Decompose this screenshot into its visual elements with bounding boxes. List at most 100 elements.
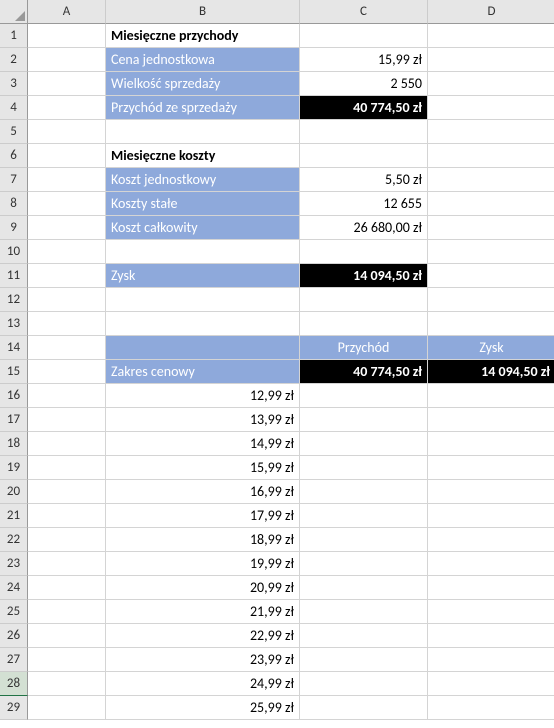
row-header[interactable]: 8 — [0, 192, 28, 216]
cell-C23[interactable] — [300, 552, 428, 576]
cell-B22[interactable]: 18,99 zł — [106, 528, 300, 552]
cell-A25[interactable] — [28, 600, 106, 624]
cell-B12[interactable] — [106, 288, 300, 312]
cell-B2[interactable]: Cena jednostkowa — [106, 48, 300, 72]
row-header[interactable]: 28 — [0, 672, 28, 696]
cell-D21[interactable] — [428, 504, 554, 528]
cell-C27[interactable] — [300, 648, 428, 672]
row-header[interactable]: 9 — [0, 216, 28, 240]
cell-A24[interactable] — [28, 576, 106, 600]
cell-D29[interactable] — [428, 696, 554, 720]
cell-D10[interactable] — [428, 240, 554, 264]
cell-A11[interactable] — [28, 264, 106, 288]
cell-A18[interactable] — [28, 432, 106, 456]
cell-C10[interactable] — [300, 240, 428, 264]
cell-B7[interactable]: Koszt jednostkowy — [106, 168, 300, 192]
cell-A27[interactable] — [28, 648, 106, 672]
cell-C25[interactable] — [300, 600, 428, 624]
cell-D7[interactable] — [428, 168, 554, 192]
spreadsheet-grid[interactable]: A B C D 1 Miesięczne przychody 2 Cena je… — [0, 0, 554, 720]
cell-B25[interactable]: 21,99 zł — [106, 600, 300, 624]
row-header[interactable]: 19 — [0, 456, 28, 480]
cell-A12[interactable] — [28, 288, 106, 312]
cell-C11[interactable]: 14 094,50 zł — [300, 264, 428, 288]
cell-D17[interactable] — [428, 408, 554, 432]
row-header[interactable]: 27 — [0, 648, 28, 672]
cell-B6[interactable]: Miesięczne koszty — [106, 144, 300, 168]
cell-C6[interactable] — [300, 144, 428, 168]
row-header[interactable]: 6 — [0, 144, 28, 168]
cell-C26[interactable] — [300, 624, 428, 648]
cell-A6[interactable] — [28, 144, 106, 168]
cell-D8[interactable] — [428, 192, 554, 216]
cell-A28[interactable] — [28, 672, 106, 696]
cell-D15[interactable]: 14 094,50 zł — [428, 360, 554, 384]
col-header-C[interactable]: C — [300, 0, 428, 24]
row-header[interactable]: 2 — [0, 48, 28, 72]
cell-C24[interactable] — [300, 576, 428, 600]
cell-D28[interactable] — [428, 672, 554, 696]
cell-A19[interactable] — [28, 456, 106, 480]
cell-B16[interactable]: 12,99 zł — [106, 384, 300, 408]
cell-A26[interactable] — [28, 624, 106, 648]
row-header[interactable]: 1 — [0, 24, 28, 48]
cell-C9[interactable]: 26 680,00 zł — [300, 216, 428, 240]
cell-D4[interactable] — [428, 96, 554, 120]
cell-A21[interactable] — [28, 504, 106, 528]
cell-A15[interactable] — [28, 360, 106, 384]
cell-A10[interactable] — [28, 240, 106, 264]
row-header[interactable]: 24 — [0, 576, 28, 600]
cell-D5[interactable] — [428, 120, 554, 144]
cell-B8[interactable]: Koszty stałe — [106, 192, 300, 216]
cell-D3[interactable] — [428, 72, 554, 96]
cell-A9[interactable] — [28, 216, 106, 240]
cell-C14[interactable]: Przychód — [300, 336, 428, 360]
cell-B3[interactable]: Wielkość sprzedaży — [106, 72, 300, 96]
cell-D20[interactable] — [428, 480, 554, 504]
row-header[interactable]: 29 — [0, 696, 28, 720]
cell-A8[interactable] — [28, 192, 106, 216]
cell-B17[interactable]: 13,99 zł — [106, 408, 300, 432]
cell-B9[interactable]: Koszt całkowity — [106, 216, 300, 240]
cell-A7[interactable] — [28, 168, 106, 192]
cell-A22[interactable] — [28, 528, 106, 552]
cell-D11[interactable] — [428, 264, 554, 288]
row-header[interactable]: 13 — [0, 312, 28, 336]
cell-A14[interactable] — [28, 336, 106, 360]
cell-B1[interactable]: Miesięczne przychody — [106, 24, 300, 48]
row-header[interactable]: 7 — [0, 168, 28, 192]
row-header[interactable]: 23 — [0, 552, 28, 576]
cell-D18[interactable] — [428, 432, 554, 456]
cell-A2[interactable] — [28, 48, 106, 72]
cell-B13[interactable] — [106, 312, 300, 336]
cell-D25[interactable] — [428, 600, 554, 624]
cell-C21[interactable] — [300, 504, 428, 528]
select-all-corner[interactable] — [0, 0, 28, 24]
row-header[interactable]: 14 — [0, 336, 28, 360]
cell-C29[interactable] — [300, 696, 428, 720]
cell-C2[interactable]: 15,99 zł — [300, 48, 428, 72]
cell-C18[interactable] — [300, 432, 428, 456]
cell-A3[interactable] — [28, 72, 106, 96]
cell-C12[interactable] — [300, 288, 428, 312]
cell-D6[interactable] — [428, 144, 554, 168]
cell-D1[interactable] — [428, 24, 554, 48]
row-header[interactable]: 25 — [0, 600, 28, 624]
row-header[interactable]: 22 — [0, 528, 28, 552]
row-header[interactable]: 18 — [0, 432, 28, 456]
cell-B20[interactable]: 16,99 zł — [106, 480, 300, 504]
cell-D23[interactable] — [428, 552, 554, 576]
cell-B15[interactable]: Zakres cenowy — [106, 360, 300, 384]
cell-A13[interactable] — [28, 312, 106, 336]
cell-D24[interactable] — [428, 576, 554, 600]
row-header[interactable]: 11 — [0, 264, 28, 288]
cell-C17[interactable] — [300, 408, 428, 432]
cell-A5[interactable] — [28, 120, 106, 144]
cell-B27[interactable]: 23,99 zł — [106, 648, 300, 672]
cell-B28[interactable]: 24,99 zł — [106, 672, 300, 696]
cell-A23[interactable] — [28, 552, 106, 576]
cell-A16[interactable] — [28, 384, 106, 408]
row-header[interactable]: 16 — [0, 384, 28, 408]
cell-B4[interactable]: Przychód ze sprzedaży — [106, 96, 300, 120]
cell-D26[interactable] — [428, 624, 554, 648]
